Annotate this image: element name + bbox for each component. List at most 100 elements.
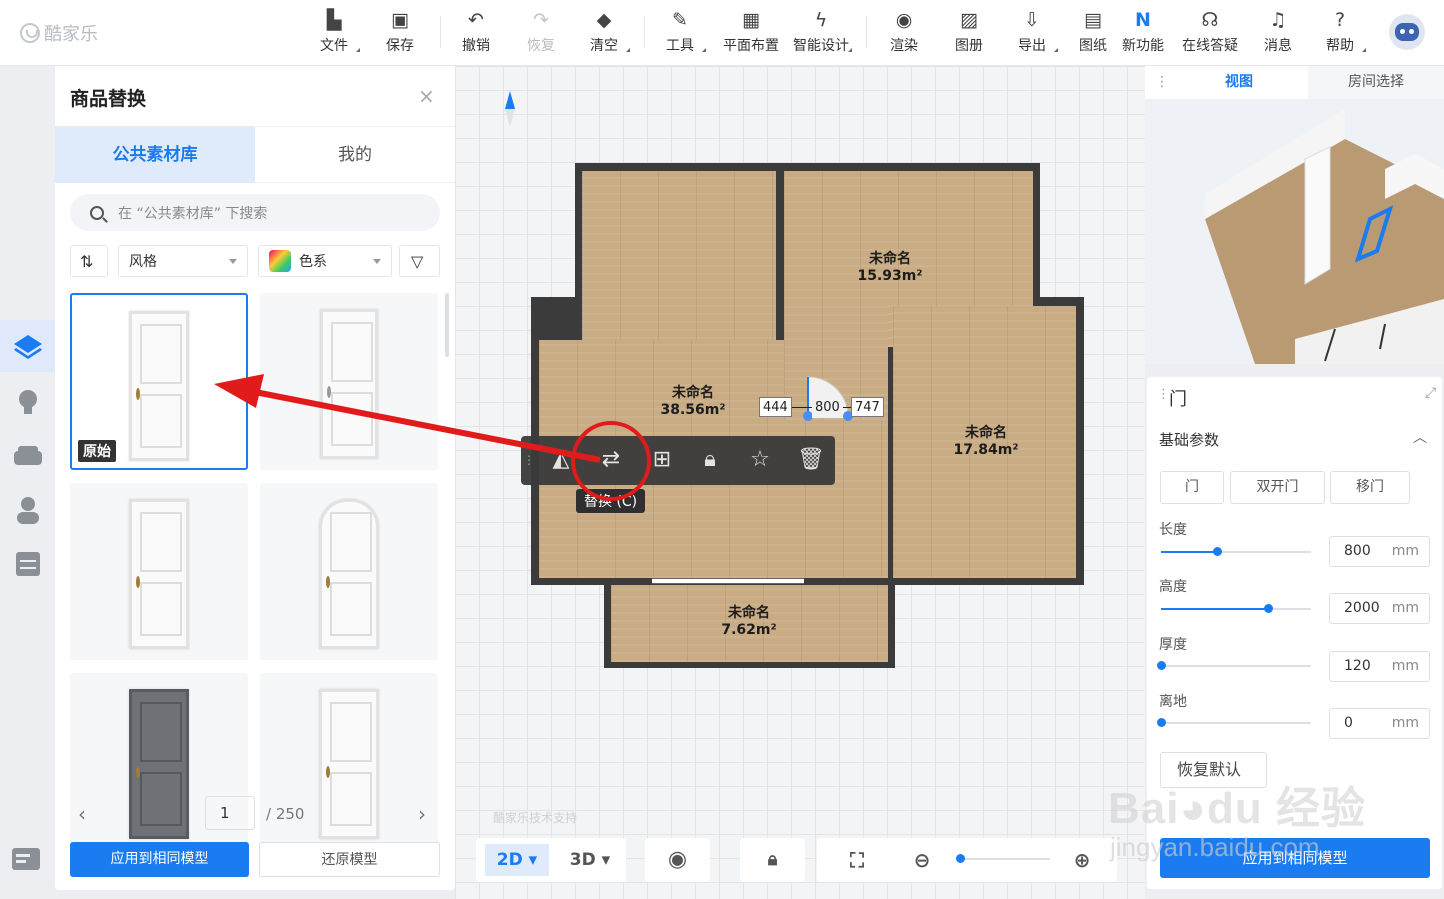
close-icon[interactable]: × bbox=[418, 84, 435, 108]
expand-icon[interactable]: ⤢ bbox=[1425, 385, 1436, 401]
door-type-double-button[interactable]: 双开门 bbox=[1230, 471, 1325, 504]
dimension-right[interactable]: 747 bbox=[851, 397, 884, 417]
app-logo[interactable]: 酷家乐 bbox=[20, 20, 98, 46]
toolbar-file-button[interactable]: ▙ 文件 bbox=[306, 8, 362, 58]
zoom-slider[interactable] bbox=[956, 858, 1050, 860]
original-tag: 原始 bbox=[78, 440, 116, 462]
restore-model-button[interactable]: 还原模型 bbox=[259, 842, 440, 877]
page-input[interactable]: 1 bbox=[205, 796, 255, 830]
toolbar-gallery-button[interactable]: ▨ 图册 bbox=[941, 8, 997, 58]
toolbar-undo-button[interactable]: ↶ 撤销 bbox=[448, 8, 504, 58]
height-slider[interactable] bbox=[1161, 604, 1311, 613]
toolbar-drawing-button[interactable]: ▤ 图纸 bbox=[1068, 8, 1118, 58]
fit-view-icon[interactable]: ⛶ bbox=[837, 844, 877, 876]
next-page-icon[interactable]: › bbox=[418, 802, 426, 826]
user-avatar[interactable] bbox=[1389, 14, 1425, 50]
toolbar-render-button[interactable]: ◉ 渲染 bbox=[876, 8, 932, 58]
view-3d-button[interactable]: 3D ▾ bbox=[560, 844, 620, 876]
headset-icon: ☊ bbox=[1201, 9, 1219, 31]
apply-same-model-button[interactable]: 应用到相同模型 bbox=[70, 842, 249, 877]
thickness-input[interactable]: 120 mm bbox=[1329, 651, 1430, 682]
room-label[interactable]: 未命名 38.56m² bbox=[648, 385, 738, 419]
nav-layers-button[interactable] bbox=[0, 320, 55, 372]
visibility-button[interactable]: ◉ bbox=[645, 838, 710, 882]
style-filter-select[interactable]: 风格 bbox=[118, 245, 248, 277]
zoom-in-icon[interactable]: ⊕ bbox=[1062, 844, 1102, 876]
door-image bbox=[319, 499, 379, 649]
color-filter-select[interactable]: 色系 bbox=[258, 245, 392, 277]
copy-add-icon[interactable]: ⊞ bbox=[648, 446, 676, 474]
height-input[interactable]: 2000 mm bbox=[1329, 593, 1430, 624]
dimension-left[interactable]: 444 bbox=[759, 397, 792, 417]
search-input[interactable]: 在 “公共素材库” 下搜索 bbox=[70, 194, 440, 231]
toolbar-export-button[interactable]: ⇩ 导出 bbox=[1004, 8, 1060, 58]
redo-icon: ↷ bbox=[533, 9, 549, 31]
nav-cabinet-button[interactable] bbox=[0, 538, 55, 590]
elevation-slider[interactable] bbox=[1157, 718, 1311, 727]
zoom-slider-knob[interactable] bbox=[955, 854, 965, 863]
room-label[interactable]: 未命名 7.62m² bbox=[704, 605, 794, 639]
drag-handle-icon[interactable]: ⋮ bbox=[1155, 66, 1169, 99]
app-name: 酷家乐 bbox=[44, 24, 98, 45]
sofa-icon bbox=[13, 446, 42, 465]
filter-icon: ▽ bbox=[411, 251, 424, 271]
compass-icon bbox=[505, 91, 515, 127]
star-icon[interactable]: ☆ bbox=[746, 446, 774, 474]
toolbar-help-button[interactable]: ? 帮助 bbox=[1312, 8, 1368, 58]
door-type-sliding-button[interactable]: 移门 bbox=[1330, 471, 1410, 504]
dimension-door[interactable]: 800 bbox=[812, 398, 843, 418]
room-label[interactable]: 未命名 15.93m² bbox=[845, 251, 935, 285]
baidu-watermark-url: jingyan.baidu.com bbox=[1110, 832, 1320, 862]
preview-3d[interactable] bbox=[1145, 99, 1444, 364]
zoom-bar: ⛶ ⊖ ⊕ bbox=[817, 838, 1117, 882]
tab-public-library[interactable]: 公共素材库 bbox=[55, 127, 255, 183]
zoom-out-icon[interactable]: ⊖ bbox=[902, 844, 942, 876]
product-item[interactable] bbox=[260, 483, 438, 660]
nav-lighting-button[interactable] bbox=[0, 376, 55, 428]
sort-button[interactable]: ⇅ bbox=[70, 245, 108, 277]
sort-icon: ⇅ bbox=[80, 251, 94, 271]
length-input[interactable]: 800 mm bbox=[1329, 536, 1430, 567]
prev-page-icon[interactable]: ‹ bbox=[78, 802, 86, 826]
filter-button[interactable]: ▽ bbox=[399, 245, 440, 277]
gallery-icon: ▨ bbox=[960, 9, 978, 31]
bulb-icon bbox=[18, 390, 37, 414]
tab-room-select[interactable]: 房间选择 bbox=[1308, 66, 1444, 99]
door-type-single-button[interactable]: 门 bbox=[1160, 471, 1224, 504]
lock-button[interactable]: 🔒︎ bbox=[740, 838, 805, 882]
elevation-input[interactable]: 0 mm bbox=[1329, 708, 1430, 739]
delete-icon[interactable]: 🗑︎ bbox=[797, 446, 825, 474]
lock-icon[interactable]: 🔒︎ bbox=[696, 446, 724, 474]
toolbar-clear-button[interactable]: ◆ 清空 bbox=[576, 8, 632, 58]
panel-toggle-icon[interactable] bbox=[12, 846, 42, 872]
toolbar-save-button[interactable]: ▣ 保存 bbox=[372, 8, 428, 58]
view-2d-button[interactable]: 2D ▾ bbox=[485, 844, 549, 876]
height-label: 高度 bbox=[1159, 579, 1187, 595]
nav-people-button[interactable] bbox=[0, 484, 55, 536]
view-tabs: ⋮ 视图 房间选择 bbox=[1145, 66, 1444, 99]
length-slider[interactable] bbox=[1161, 547, 1311, 556]
tab-mine[interactable]: 我的 bbox=[255, 127, 455, 183]
toolbar-online-qa-button[interactable]: ☊ 在线答疑 bbox=[1176, 8, 1244, 58]
door-image bbox=[129, 499, 189, 649]
nav-furniture-button[interactable] bbox=[0, 430, 55, 482]
product-item[interactable] bbox=[70, 483, 248, 660]
elevation-label: 离地 bbox=[1159, 694, 1187, 710]
help-icon: ? bbox=[1334, 9, 1346, 31]
bell-icon: ♫ bbox=[1269, 9, 1287, 31]
toolbar-layout-button[interactable]: ▦ 平面布置 bbox=[718, 8, 784, 58]
undo-icon: ↶ bbox=[468, 9, 484, 31]
baidu-watermark-logo: Bai◕du 经验 bbox=[1108, 784, 1367, 833]
toolbar-smart-design-button[interactable]: ϟ 智能设计 bbox=[788, 8, 854, 58]
toolbar-tools-button[interactable]: ✎ 工具 bbox=[652, 8, 708, 58]
thickness-slider[interactable] bbox=[1157, 661, 1311, 670]
grid-scrollbar[interactable] bbox=[445, 293, 449, 357]
chevron-up-icon[interactable]: ︿ bbox=[1413, 427, 1427, 447]
page-total: / 250 bbox=[266, 805, 305, 823]
toolbar-redo-button[interactable]: ↷ 恢复 bbox=[513, 8, 569, 58]
left-nav bbox=[0, 66, 55, 899]
toolbar-new-feature-button[interactable]: N 新功能 bbox=[1116, 8, 1170, 58]
room-label[interactable]: 未命名 17.84m² bbox=[941, 425, 1031, 459]
tab-view[interactable]: 视图 bbox=[1170, 66, 1308, 99]
toolbar-messages-button[interactable]: ♫ 消息 bbox=[1250, 8, 1306, 58]
